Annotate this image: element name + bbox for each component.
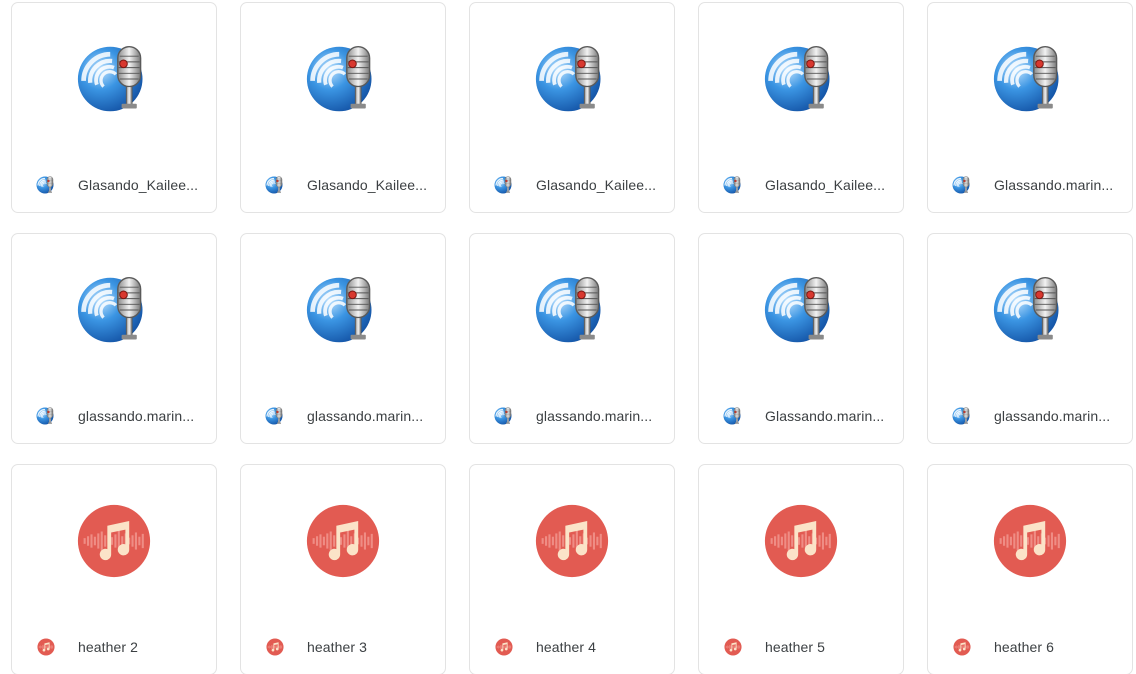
file-name: glassando.marin... (536, 408, 653, 424)
microphone-audio-icon (76, 41, 152, 117)
file-grid: Glasando_Kailee... Glasando_Kailee... Gl… (0, 0, 1136, 674)
microphone-audio-icon (494, 175, 514, 195)
file-name: Glasando_Kailee... (307, 177, 428, 193)
file-name: heather 3 (307, 639, 368, 655)
microphone-audio-icon (36, 175, 56, 195)
file-name: Glasando_Kailee... (765, 177, 886, 193)
file-name: heather 6 (994, 639, 1055, 655)
file-thumbnail (241, 3, 445, 155)
microphone-audio-icon (76, 272, 152, 348)
file-thumbnail (470, 3, 674, 155)
file-card[interactable]: Glasando_Kailee... (698, 2, 904, 213)
microphone-audio-icon (763, 41, 839, 117)
file-card[interactable]: glassando.marin... (927, 233, 1133, 444)
file-name: Glassando.marin... (994, 177, 1114, 193)
music-note-icon (534, 503, 610, 579)
file-name: glassando.marin... (994, 408, 1111, 424)
microphone-audio-icon (992, 41, 1068, 117)
music-note-icon (763, 503, 839, 579)
microphone-audio-icon (723, 406, 743, 426)
file-card[interactable]: Glasando_Kailee... (469, 2, 675, 213)
microphone-audio-icon (992, 272, 1068, 348)
file-name: Glasando_Kailee... (536, 177, 657, 193)
music-note-icon (992, 503, 1068, 579)
music-note-icon (494, 637, 514, 657)
file-card[interactable]: heather 2 (11, 464, 217, 674)
file-card[interactable]: Glasando_Kailee... (240, 2, 446, 213)
file-thumbnail (928, 3, 1132, 155)
file-name: Glasando_Kailee... (78, 177, 199, 193)
music-note-icon (36, 637, 56, 657)
file-card[interactable]: heather 5 (698, 464, 904, 674)
microphone-audio-icon (305, 272, 381, 348)
microphone-audio-icon (763, 272, 839, 348)
microphone-audio-icon (952, 175, 972, 195)
file-name: heather 2 (78, 639, 139, 655)
microphone-audio-icon (36, 406, 56, 426)
microphone-audio-icon (494, 406, 514, 426)
file-card[interactable]: glassando.marin... (11, 233, 217, 444)
file-name: glassando.marin... (307, 408, 424, 424)
file-thumbnail (12, 234, 216, 386)
microphone-audio-icon (534, 272, 610, 348)
microphone-audio-icon (305, 41, 381, 117)
microphone-audio-icon (265, 406, 285, 426)
music-note-icon (305, 503, 381, 579)
file-thumbnail (12, 465, 216, 617)
file-card[interactable]: Glassando.marin... (927, 2, 1133, 213)
file-thumbnail (928, 234, 1132, 386)
file-thumbnail (699, 465, 903, 617)
file-card[interactable]: heather 4 (469, 464, 675, 674)
file-card[interactable]: heather 3 (240, 464, 446, 674)
file-name: glassando.marin... (78, 408, 195, 424)
file-thumbnail (241, 465, 445, 617)
music-note-icon (723, 637, 743, 657)
music-note-icon (265, 637, 285, 657)
file-thumbnail (699, 3, 903, 155)
file-thumbnail (699, 234, 903, 386)
file-thumbnail (470, 465, 674, 617)
file-card[interactable]: Glassando.marin... (698, 233, 904, 444)
file-card[interactable]: glassando.marin... (469, 233, 675, 444)
microphone-audio-icon (723, 175, 743, 195)
file-card[interactable]: glassando.marin... (240, 233, 446, 444)
file-thumbnail (241, 234, 445, 386)
music-note-icon (952, 637, 972, 657)
microphone-audio-icon (952, 406, 972, 426)
file-card[interactable]: heather 6 (927, 464, 1133, 674)
music-note-icon (76, 503, 152, 579)
file-name: Glassando.marin... (765, 408, 885, 424)
file-card[interactable]: Glasando_Kailee... (11, 2, 217, 213)
file-name: heather 4 (536, 639, 597, 655)
file-thumbnail (470, 234, 674, 386)
microphone-audio-icon (534, 41, 610, 117)
file-thumbnail (928, 465, 1132, 617)
file-thumbnail (12, 3, 216, 155)
file-name: heather 5 (765, 639, 826, 655)
microphone-audio-icon (265, 175, 285, 195)
